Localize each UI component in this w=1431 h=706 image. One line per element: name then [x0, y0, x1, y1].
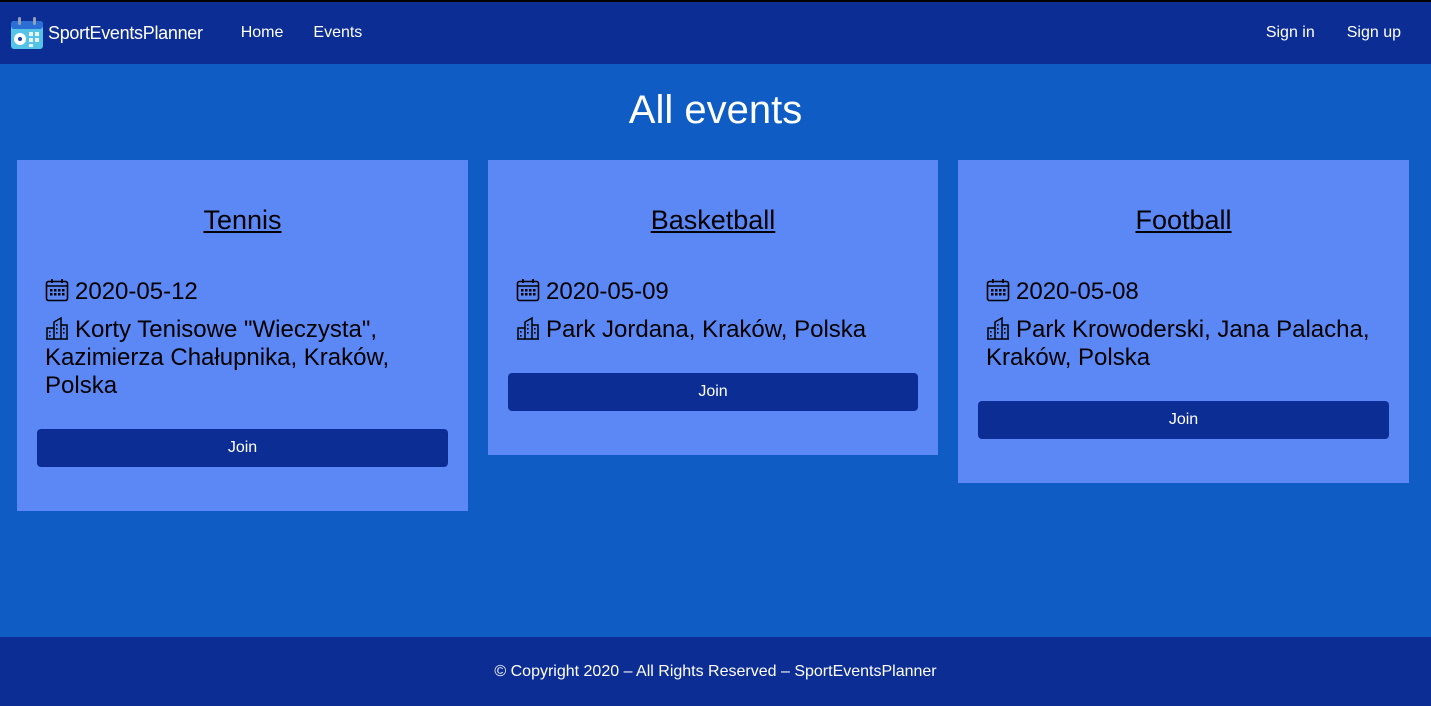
event-location-text: Korty Tenisowe "Wieczysta", Kazimierza C… — [45, 316, 390, 399]
event-date: 2020-05-09 — [516, 278, 910, 306]
event-card: Tennis 2020-05-12 Korty Tenisowe "Wieczy… — [17, 160, 468, 511]
event-card: Football 2020-05-08 Park Krowoderski, Ja… — [958, 160, 1409, 483]
building-icon — [46, 316, 68, 340]
event-date: 2020-05-08 — [986, 278, 1381, 306]
nav-events-link[interactable]: Events — [313, 24, 362, 42]
copyright-text: © Copyright 2020 – All Rights Reserved –… — [494, 662, 937, 680]
sign-in-link[interactable]: Sign in — [1266, 24, 1315, 42]
brand-name: SportEventsPlanner — [48, 22, 203, 43]
calendar-logo-icon — [11, 17, 43, 49]
event-date-text: 2020-05-09 — [546, 278, 669, 305]
building-icon — [987, 316, 1009, 340]
event-title-link[interactable]: Football — [958, 205, 1409, 236]
event-location: Korty Tenisowe "Wieczysta", Kazimierza C… — [45, 316, 440, 400]
calendar-icon — [45, 279, 69, 302]
page-title: All events — [628, 88, 803, 132]
event-title-link[interactable]: Tennis — [17, 205, 468, 236]
event-date: 2020-05-12 — [45, 278, 440, 306]
event-location: Park Krowoderski, Jana Palacha, Kraków, … — [986, 316, 1381, 372]
calendar-icon — [516, 279, 540, 302]
event-location-text: Park Jordana, Kraków, Polska — [546, 316, 867, 343]
event-card: Basketball 2020-05-09 Park Jordana, Krak… — [488, 160, 938, 455]
footer: © Copyright 2020 – All Rights Reserved –… — [0, 637, 1431, 706]
event-date-text: 2020-05-08 — [1016, 278, 1139, 305]
sign-up-link[interactable]: Sign up — [1347, 24, 1401, 42]
nav-home-link[interactable]: Home — [241, 24, 284, 42]
event-location-text: Park Krowoderski, Jana Palacha, Kraków, … — [986, 316, 1370, 371]
calendar-icon — [986, 279, 1010, 302]
event-location: Park Jordana, Kraków, Polska — [516, 316, 910, 344]
join-button[interactable]: Join — [978, 401, 1389, 439]
building-icon — [517, 316, 539, 340]
navbar: SportEventsPlanner Home Events Sign in S… — [0, 0, 1431, 64]
brand-link[interactable]: SportEventsPlanner — [9, 15, 203, 51]
event-date-text: 2020-05-12 — [75, 278, 198, 305]
join-button[interactable]: Join — [37, 429, 448, 467]
event-title-link[interactable]: Basketball — [488, 205, 938, 236]
join-button[interactable]: Join — [508, 373, 918, 411]
